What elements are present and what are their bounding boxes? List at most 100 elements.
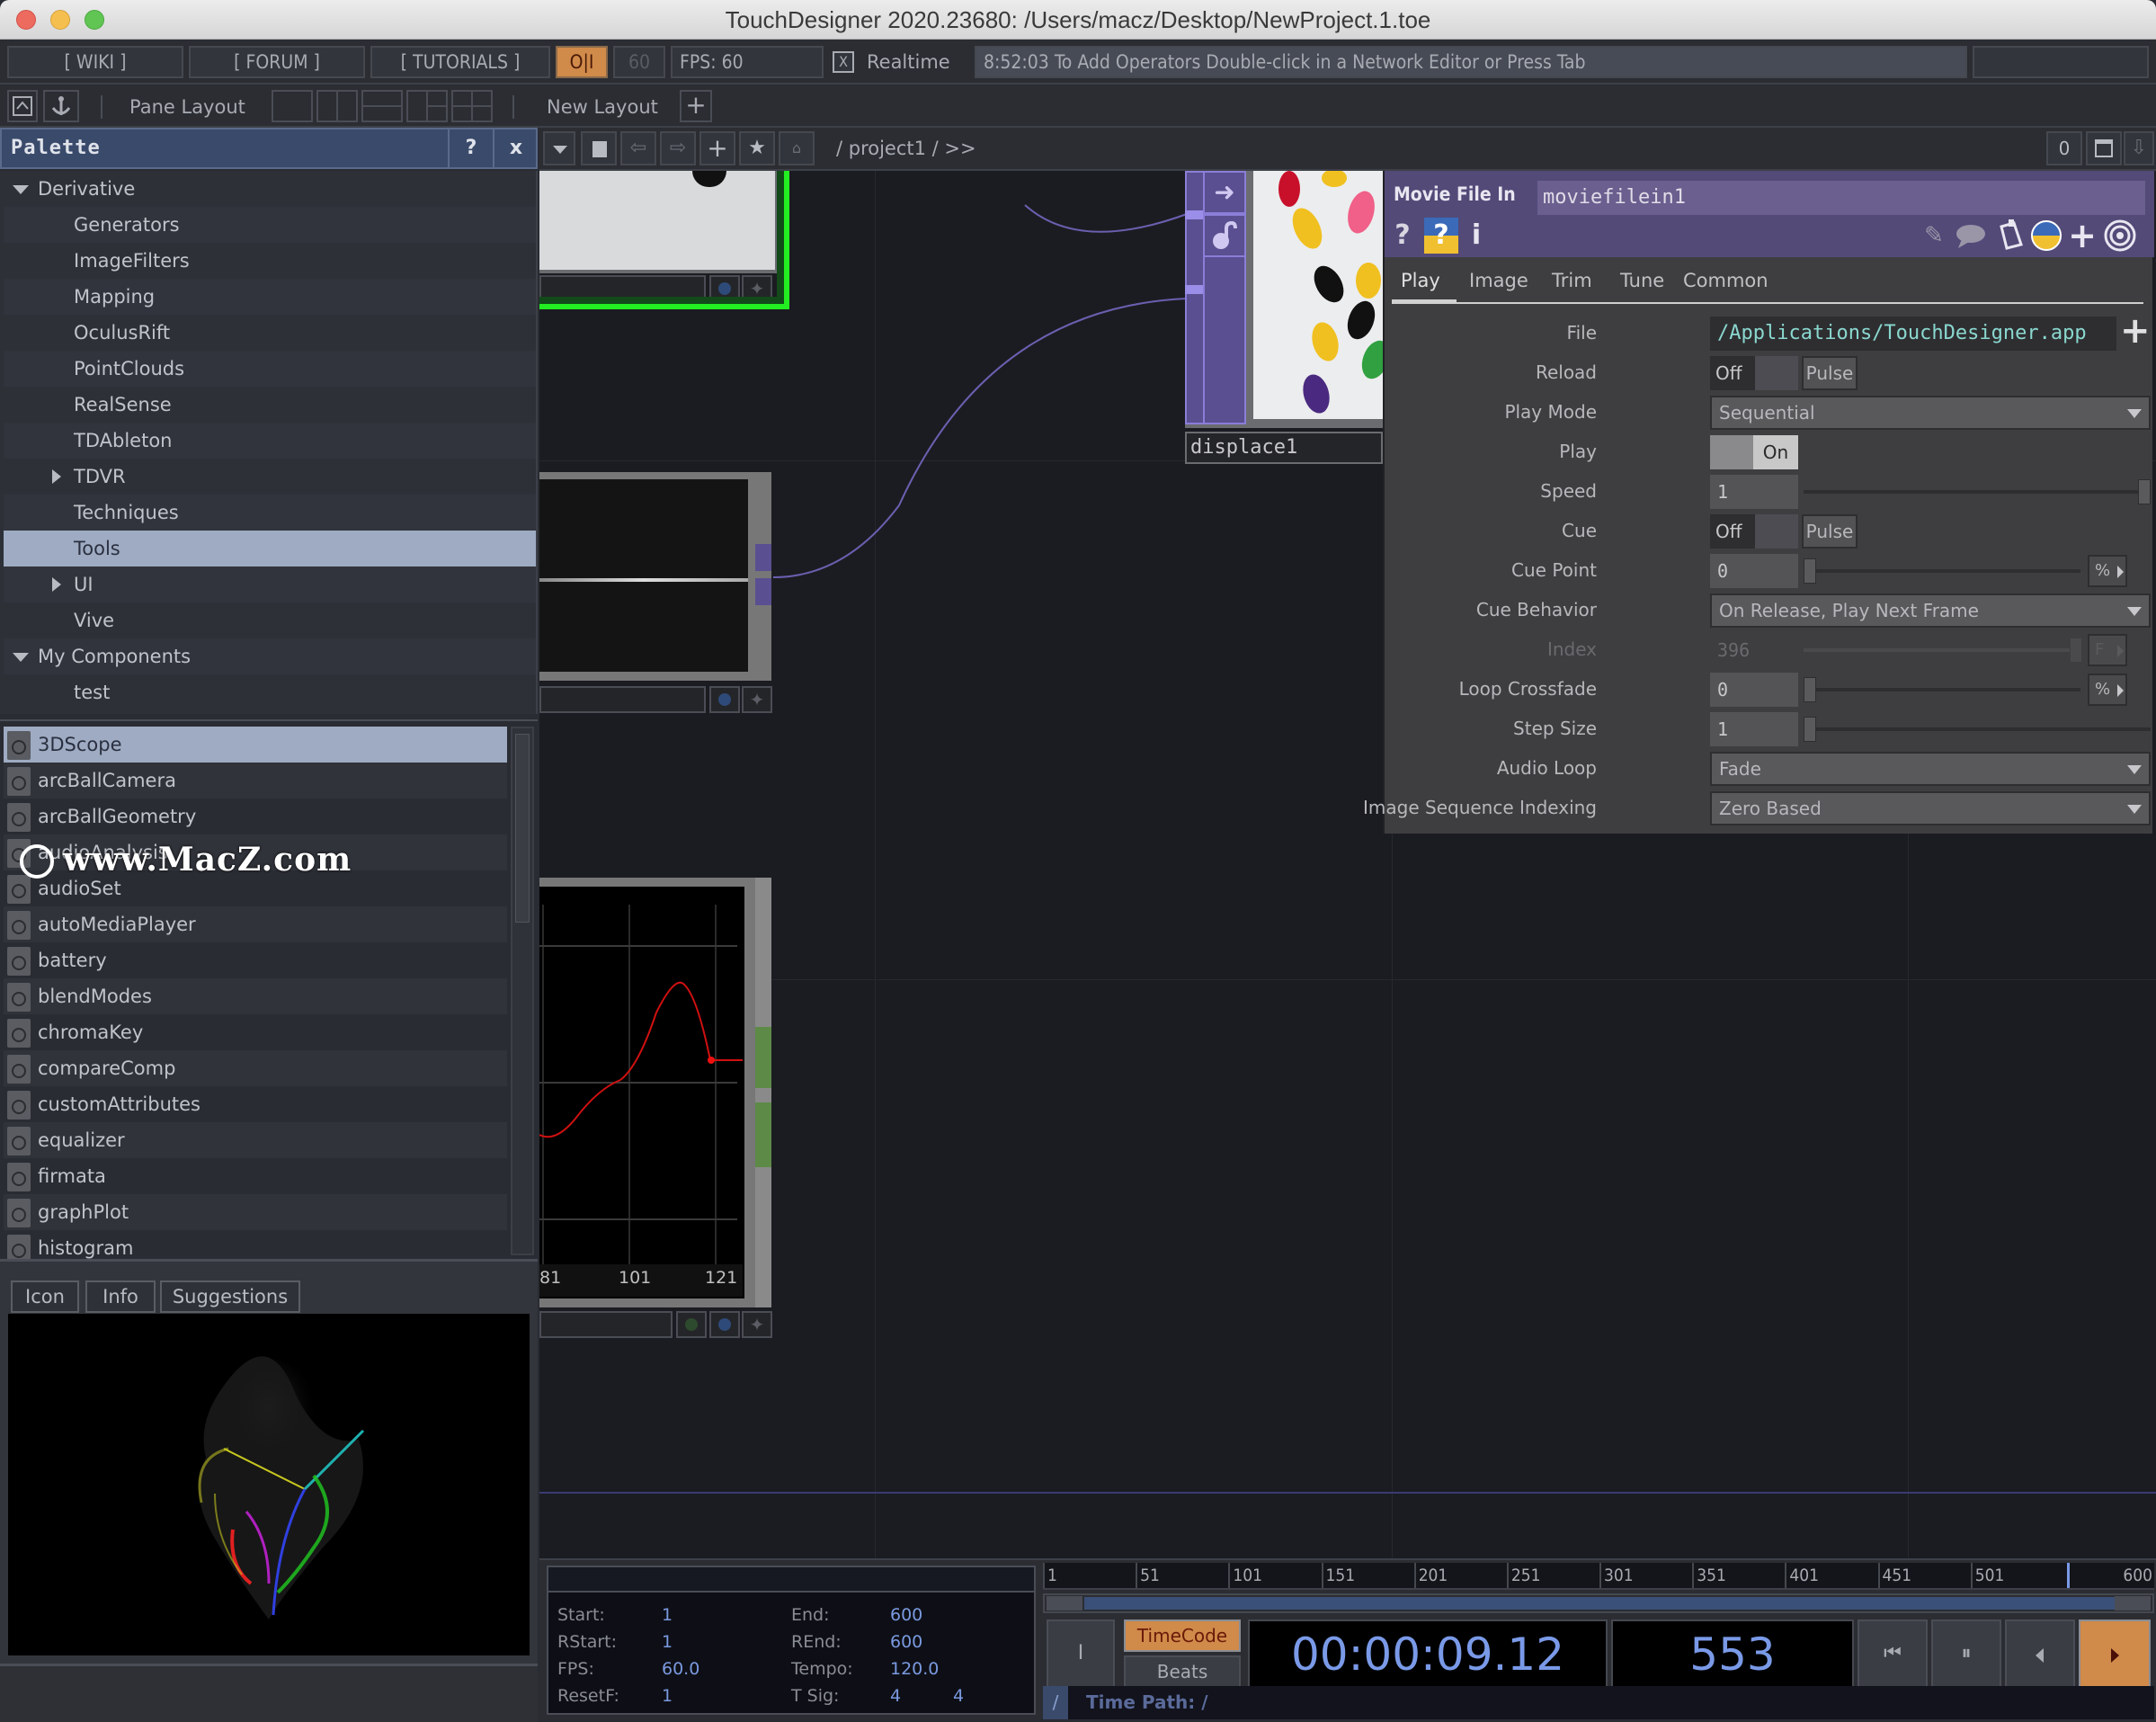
component-list-item[interactable]: arcBallCamera <box>4 763 507 799</box>
edit-pencil-icon[interactable]: ✎ <box>1920 218 1947 254</box>
tab-suggestions[interactable]: Suggestions <box>160 1280 300 1313</box>
component-list-item[interactable]: compareComp <box>4 1050 507 1086</box>
tab-tune[interactable]: Tune <box>1620 270 1664 291</box>
palette-tree-item[interactable]: UI <box>4 567 536 602</box>
speed-slider-handle[interactable] <box>2138 479 2151 504</box>
component-list-item[interactable]: chromaKey <box>4 1014 507 1050</box>
end-value[interactable]: 600 <box>890 1605 922 1625</box>
chop-graph-node-frame[interactable]: 81 101 121 <box>539 878 771 1307</box>
layout-split-horizontal-button[interactable] <box>361 90 403 122</box>
node-cook-toggle[interactable] <box>676 1311 707 1338</box>
start-value[interactable]: 1 <box>662 1605 673 1625</box>
pause-icon[interactable]: ⏸ <box>1931 1619 2001 1688</box>
scrollbar-thumb[interactable] <box>515 734 530 923</box>
palette-tree-item[interactable]: test <box>4 674 536 710</box>
cue-pulse-button[interactable]: Pulse <box>1802 514 1858 549</box>
add-operator-icon[interactable]: + <box>699 131 735 165</box>
graph-node-name-field[interactable] <box>539 1311 673 1338</box>
target-icon[interactable] <box>2102 218 2138 254</box>
beats-mode-button[interactable]: Beats <box>1124 1655 1241 1688</box>
palette-tree-item[interactable]: Derivative <box>4 171 536 207</box>
cue-behavior-dropdown[interactable]: On Release, Play Next Frame <box>1710 593 2151 628</box>
palette-tree-item[interactable]: TDAbleton <box>4 423 536 459</box>
component-list-item[interactable]: equalizer <box>4 1122 507 1158</box>
add-icon[interactable]: + <box>2068 218 2097 254</box>
component-list-item[interactable]: firmata <box>4 1158 507 1194</box>
component-list-item[interactable]: autoMediaPlayer <box>4 906 507 942</box>
wiki-button[interactable]: [ WIKI ] <box>7 46 183 78</box>
step-size-field[interactable]: 1 <box>1710 712 1798 746</box>
node-viewer-toggle[interactable] <box>709 686 740 713</box>
rstart-value[interactable]: 1 <box>662 1632 673 1652</box>
palette-tree-item[interactable]: Tools <box>4 531 536 567</box>
fps-cap-button[interactable]: 60 <box>613 46 665 78</box>
tutorials-button[interactable]: [ TUTORIALS ] <box>370 46 550 78</box>
palette-tree-item[interactable]: Techniques <box>4 495 536 531</box>
layout-split-vertical-button[interactable] <box>316 90 358 122</box>
stop-icon[interactable] <box>581 131 617 165</box>
speed-slider[interactable] <box>1804 490 2140 494</box>
loop-crossfade-slider[interactable] <box>1814 688 2080 691</box>
tab-trim[interactable]: Trim <box>1552 270 1592 291</box>
loop-crossfade-field[interactable]: 0 <box>1710 673 1798 707</box>
output-connector[interactable] <box>755 1027 771 1088</box>
play-mode-dropdown[interactable]: Sequential <box>1710 396 2151 430</box>
maximize-pane-icon[interactable] <box>7 90 38 122</box>
node-pin-icon[interactable]: ✦ <box>742 1311 772 1338</box>
palette-tree-item[interactable]: TDVR <box>4 459 536 495</box>
timecode-mode-button[interactable]: TimeCode <box>1124 1619 1241 1652</box>
output-connector[interactable] <box>755 578 771 605</box>
arrow-right-icon[interactable]: ➜ <box>1203 171 1246 214</box>
maximize-viewer-icon[interactable] <box>2086 131 2122 165</box>
layout-three-pane-button[interactable] <box>406 90 448 122</box>
step-size-slider[interactable] <box>1814 727 2151 731</box>
playhead-marker[interactable] <box>2067 1563 2071 1588</box>
time-path-root-button[interactable]: / <box>1043 1686 1068 1719</box>
down-arrow-icon[interactable]: ⇩ <box>2124 131 2154 165</box>
clipboard-icon[interactable] <box>1994 218 2025 254</box>
frame-display[interactable]: 553 <box>1611 1619 1854 1690</box>
input-connector[interactable] <box>1185 210 1205 219</box>
tempo-value[interactable]: 120.0 <box>890 1659 939 1679</box>
cue-point-field[interactable]: 0 <box>1710 554 1798 588</box>
layout-four-pane-button[interactable] <box>451 90 493 122</box>
loop-crossfade-unit-menu[interactable]: % <box>2088 674 2127 706</box>
component-list-item[interactable]: customAttributes <box>4 1086 507 1122</box>
lock-open-icon[interactable] <box>1203 214 1246 257</box>
help-icon[interactable]: ? <box>1392 218 1413 254</box>
output-connector[interactable] <box>755 1102 771 1167</box>
back-arrow-icon[interactable]: ⇦ <box>620 131 656 165</box>
fps-value[interactable]: 60.0 <box>662 1659 699 1679</box>
component-list-item[interactable]: blendModes <box>4 978 507 1014</box>
palette-tree-item[interactable]: PointClouds <box>4 351 536 387</box>
comment-icon[interactable] <box>1955 218 1987 254</box>
node-viewer-toggle[interactable] <box>709 1311 740 1338</box>
tab-play[interactable]: Play <box>1401 270 1440 291</box>
new-layout-add-button[interactable]: + <box>680 90 712 122</box>
expand-down-icon[interactable] <box>13 653 29 662</box>
operator-name-field[interactable]: moviefilein1 <box>1537 181 2145 215</box>
network-path-breadcrumb[interactable]: / project1 / >> <box>836 131 976 165</box>
audio-loop-dropdown[interactable]: Fade <box>1710 752 2151 786</box>
output-connector[interactable] <box>755 544 771 571</box>
cue-point-unit-menu[interactable]: % <box>2088 555 2127 587</box>
info-icon[interactable]: i <box>1467 218 1485 254</box>
timeline-range-slider[interactable] <box>1043 1593 2154 1613</box>
expand-right-icon[interactable] <box>52 577 61 592</box>
forum-button[interactable]: [ FORUM ] <box>189 46 365 78</box>
oi-toggle-button[interactable]: O|I <box>556 46 608 78</box>
palette-tree-item[interactable]: Vive <box>4 602 536 638</box>
cue-toggle[interactable]: Off <box>1710 514 1798 549</box>
rewind-to-start-icon[interactable]: ⏮ <box>1858 1619 1928 1688</box>
palette-tree-item[interactable]: Generators <box>4 207 536 243</box>
file-browse-plus-icon[interactable]: + <box>2120 313 2151 349</box>
reload-toggle[interactable]: Off <box>1710 356 1798 390</box>
chop-node-name-field[interactable] <box>539 686 706 713</box>
layout-single-button[interactable] <box>272 90 313 122</box>
python-help-icon[interactable]: ? <box>1424 218 1458 254</box>
component-list-item[interactable]: graphPlot <box>4 1194 507 1230</box>
expand-right-icon[interactable] <box>52 469 61 484</box>
step-size-slider-handle[interactable] <box>1804 717 1816 742</box>
chop-node-frame[interactable] <box>539 472 771 681</box>
range-toggle-button[interactable]: I <box>1047 1619 1115 1688</box>
